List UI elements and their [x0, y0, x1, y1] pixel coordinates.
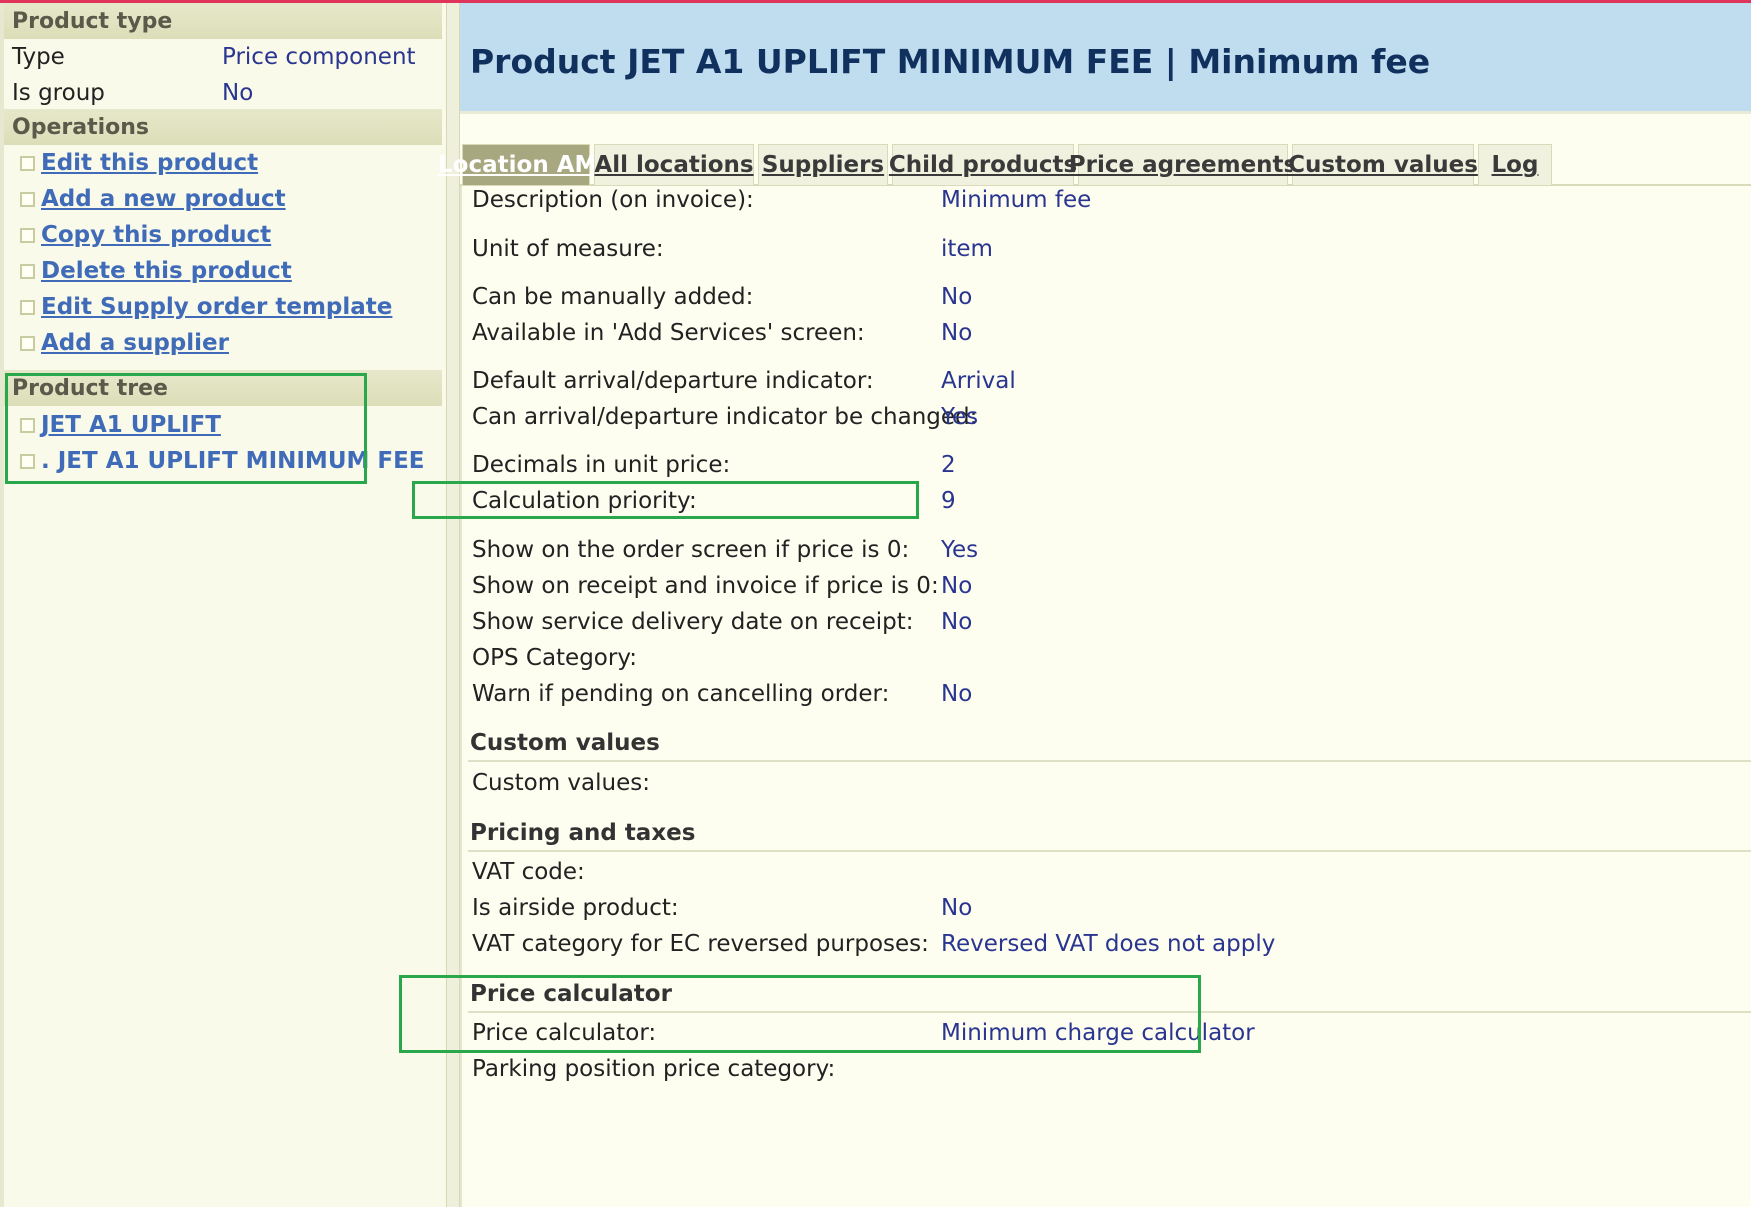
delete-product-link[interactable]: Delete this product — [41, 258, 292, 284]
bullet-box-icon — [20, 263, 35, 279]
edit-supply-template-item: Edit Supply order template — [20, 294, 392, 320]
copy-product-link[interactable]: Copy this product — [41, 222, 271, 248]
field-label: Show on receipt and invoice if price is … — [472, 573, 939, 599]
field-label: Available in 'Add Services' screen: — [472, 320, 865, 346]
add-product-link[interactable]: Add a new product — [41, 186, 286, 212]
copy-product-item: Copy this product — [20, 222, 271, 248]
tab-all-locations[interactable]: All locations — [594, 144, 754, 185]
edit-product-link[interactable]: Edit this product — [41, 150, 258, 176]
field-label: Decimals in unit price: — [472, 452, 731, 478]
field-value: No — [941, 895, 973, 921]
field-label: Parking position price category: — [472, 1056, 836, 1082]
product-type-header: Product type — [4, 3, 442, 39]
bullet-box-icon — [20, 155, 35, 171]
is-group-label: Is group — [12, 80, 105, 106]
field-value: No — [941, 681, 973, 707]
bullet-box-icon — [20, 299, 35, 315]
bullet-box-icon — [20, 335, 35, 351]
bullet-box-icon — [20, 227, 35, 243]
field-label: Can be manually added: — [472, 284, 754, 310]
field-value: 2 — [941, 452, 956, 478]
field-value: Yes — [941, 404, 979, 430]
field-value: item — [941, 236, 993, 262]
bullet-box-icon — [20, 191, 35, 207]
edit-product-item: Edit this product — [20, 150, 258, 176]
highlight-box-price-calculator — [399, 975, 1201, 1053]
field-label: Custom values: — [472, 770, 650, 796]
field-label: VAT code: — [472, 859, 585, 885]
field-label: VAT category for EC reversed purposes: — [472, 931, 929, 957]
edit-supply-template-link[interactable]: Edit Supply order template — [41, 294, 392, 320]
field-label: Can arrival/departure indicator be chang… — [472, 404, 978, 430]
field-value: No — [941, 609, 973, 635]
group-divider — [468, 850, 1751, 852]
field-label: OPS Category: — [472, 645, 638, 671]
sidebar — [0, 3, 446, 1207]
tab-location-ams[interactable]: Location AMS — [438, 144, 614, 185]
tab-log[interactable]: Log — [1478, 144, 1552, 185]
type-value: Price component — [222, 44, 416, 70]
tab-custom-values[interactable]: Custom values — [1288, 144, 1478, 185]
highlight-box-product-tree — [5, 373, 367, 484]
tab-price-agreements[interactable]: Price agreements — [1069, 144, 1297, 185]
field-label: Show service delivery date on receipt: — [472, 609, 914, 635]
content-left-border — [460, 186, 462, 1207]
add-product-item: Add a new product — [20, 186, 286, 212]
field-label: Description (on invoice): — [472, 187, 754, 213]
field-value: No — [941, 320, 973, 346]
field-value: 9 — [941, 488, 956, 514]
tab-child-products[interactable]: Child products — [889, 144, 1077, 185]
field-label: Warn if pending on cancelling order: — [472, 681, 890, 707]
delete-product-item: Delete this product — [20, 258, 292, 284]
operations-header: Operations — [4, 109, 442, 145]
group-divider — [468, 760, 1751, 762]
highlight-box-calculation-priority — [412, 481, 919, 519]
field-label: Show on the order screen if price is 0: — [472, 537, 910, 563]
field-value: No — [941, 573, 973, 599]
is-group-value: No — [222, 80, 254, 106]
field-value: Reversed VAT does not apply — [941, 931, 1276, 957]
field-label: Default arrival/departure indicator: — [472, 368, 874, 394]
title-divider — [460, 111, 1751, 114]
field-value: Minimum fee — [941, 187, 1092, 213]
add-supplier-link[interactable]: Add a supplier — [41, 330, 229, 356]
page-title: Product JET A1 UPLIFT MINIMUM FEE | Mini… — [470, 42, 1431, 81]
tab-suppliers[interactable]: Suppliers — [758, 144, 888, 185]
group-title-pricing-taxes: Pricing and taxes — [470, 820, 696, 846]
field-value: No — [941, 284, 973, 310]
type-label: Type — [12, 44, 65, 70]
field-label: Is airside product: — [472, 895, 679, 921]
add-supplier-item: Add a supplier — [20, 330, 229, 356]
field-value: Yes — [941, 537, 979, 563]
field-value: Arrival — [941, 368, 1016, 394]
field-label: Unit of measure: — [472, 236, 664, 262]
group-title-custom-values: Custom values — [470, 730, 660, 756]
